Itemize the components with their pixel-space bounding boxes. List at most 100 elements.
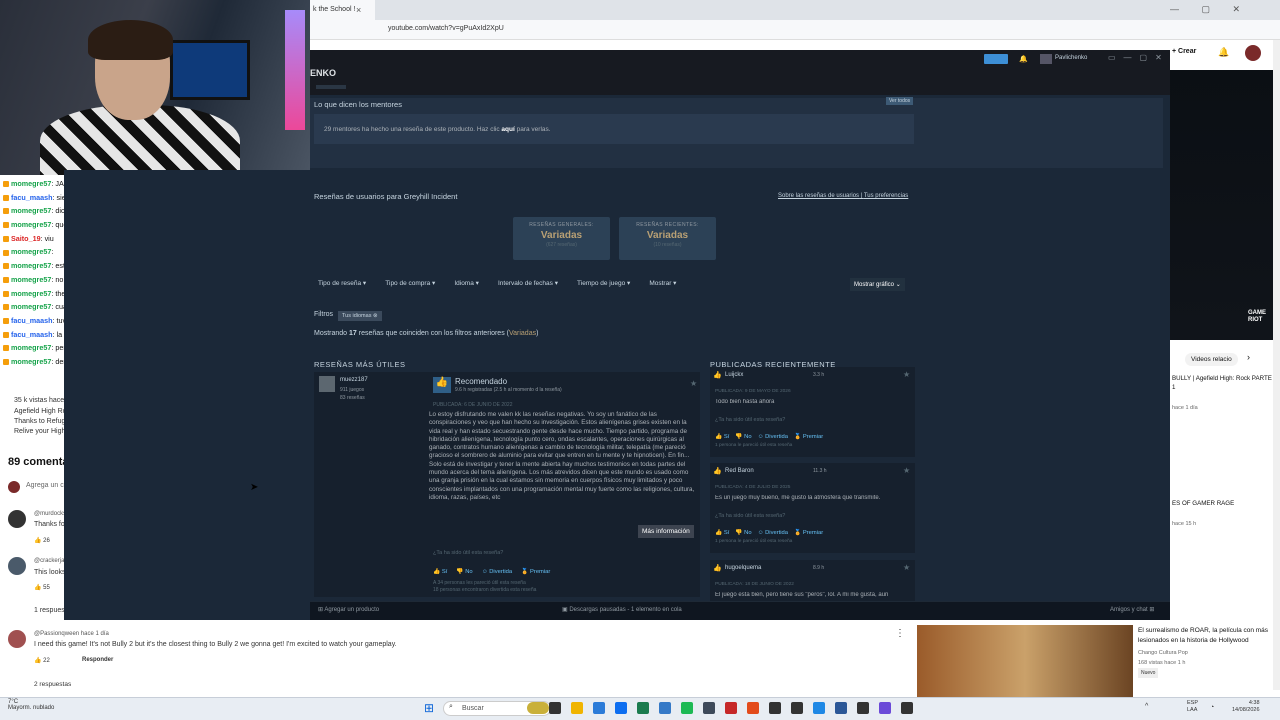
vote-funny-button[interactable]: ☺ Divertida: [482, 569, 512, 575]
weather-widget[interactable]: 7°C Mayorm. nublado: [8, 699, 54, 711]
reply-button[interactable]: Responder: [82, 657, 113, 663]
file-explorer-icon[interactable]: [527, 702, 549, 714]
chat-username[interactable]: momegre57: [11, 302, 51, 311]
filter-language[interactable]: Idioma ▾: [454, 274, 479, 294]
url-text[interactable]: youtube.com/watch?v=gPuAxId2XpU: [388, 25, 504, 32]
vscode-icon[interactable]: [813, 702, 825, 714]
related-videos-chip[interactable]: Videos relacio: [1185, 353, 1238, 366]
chrome-icon[interactable]: [659, 702, 671, 714]
mentors-link[interactable]: aquí: [501, 126, 514, 133]
vote-yes-button[interactable]: 👍 Sí: [715, 530, 729, 536]
twitch-icon[interactable]: [703, 702, 715, 714]
store-icon[interactable]: [637, 702, 649, 714]
view-all-button[interactable]: Ver todos: [886, 97, 914, 105]
steam-icon[interactable]: [901, 702, 913, 714]
chat-username[interactable]: momegre57: [11, 357, 51, 366]
chat-username[interactable]: momegre57: [11, 275, 51, 284]
brave-icon[interactable]: [725, 702, 737, 714]
preferences-link[interactable]: Tus preferencias: [864, 193, 908, 199]
channel-name[interactable]: Chango Cultura Pop: [1138, 648, 1270, 658]
chat-username[interactable]: momegre57: [11, 247, 51, 256]
browser-tab[interactable]: k the School !: [305, 0, 375, 20]
chat-username[interactable]: momegre57: [11, 261, 51, 270]
avatar[interactable]: [1245, 45, 1261, 61]
broadcast-icon[interactable]: [984, 54, 1008, 64]
chat-username[interactable]: momegre57: [11, 220, 51, 229]
about-reviews-link[interactable]: Sobre las reseñas de usuarios: [778, 193, 859, 199]
thumb-up-icon[interactable]: 👍: [34, 585, 43, 591]
chat-username[interactable]: Saito_19: [11, 234, 41, 243]
filter-display[interactable]: Mostrar ▾: [649, 274, 676, 294]
like-count[interactable]: 👍 55: [34, 584, 50, 591]
reviewer-name[interactable]: muezz187: [340, 377, 368, 383]
task-icon[interactable]: [549, 702, 561, 714]
reviewer-name[interactable]: Red Baron: [725, 468, 754, 474]
network-icon[interactable]: ◔: [1210, 704, 1214, 711]
bell-icon[interactable]: 🔔: [1218, 47, 1229, 58]
vote-funny-button[interactable]: ☺ Divertida: [758, 434, 788, 440]
like-count[interactable]: 👍 22: [34, 657, 50, 664]
vote-no-button[interactable]: 👎 No: [456, 569, 472, 575]
video-thumbnail[interactable]: [917, 625, 1133, 697]
windows-start-icon[interactable]: ⊞: [424, 701, 434, 715]
reviewer-reviews[interactable]: 83 reseñas: [340, 395, 365, 401]
related-video-title[interactable]: El surrealismo de ROAR, la película con …: [1138, 626, 1270, 646]
notifications-icon[interactable]: 🔔: [1019, 55, 1028, 63]
chat-username[interactable]: momegre57: [11, 206, 51, 215]
obs-icon[interactable]: [747, 702, 759, 714]
vote-no-button[interactable]: 👎 No: [735, 530, 751, 536]
window-controls[interactable]: — ▢ ✕: [1170, 4, 1250, 15]
comment-user[interactable]: @crackerja: [34, 558, 64, 564]
overall-reviews-summary[interactable]: RESEÑAS GENERALES: Variadas (627 reseñas…: [513, 217, 610, 260]
chevron-right-icon[interactable]: ›: [1247, 352, 1250, 362]
recent-reviews-summary[interactable]: RESEÑAS RECIENTES: Variadas (10 reseñas): [619, 217, 716, 260]
spotify-icon[interactable]: [681, 702, 693, 714]
like-count[interactable]: 👍 26: [34, 537, 50, 544]
related-video-info[interactable]: El surrealismo de ROAR, la película con …: [1138, 626, 1270, 678]
reviewer-name[interactable]: Luijckx: [725, 372, 743, 378]
steam-username[interactable]: Pavlichenko: [1055, 55, 1087, 61]
chat-username[interactable]: facu_maash: [11, 193, 53, 202]
add-comment-input[interactable]: Agrega un c: [26, 482, 64, 489]
discord-icon[interactable]: [879, 702, 891, 714]
language-indicator[interactable]: ESP LAA: [1187, 700, 1198, 714]
comment-user[interactable]: @Passionqween: [34, 631, 79, 637]
app-icon[interactable]: [769, 702, 781, 714]
star-icon[interactable]: ★: [903, 466, 910, 475]
chat-username[interactable]: momegre57: [11, 343, 51, 352]
chat-username[interactable]: momegre57: [11, 289, 51, 298]
filter-review-type[interactable]: Tipo de reseña ▾: [318, 274, 366, 294]
comment-user[interactable]: @murdocks: [34, 511, 66, 517]
award-button[interactable]: 🏅 Premiar: [794, 434, 823, 440]
vote-funny-button[interactable]: ☺ Divertida: [758, 530, 788, 536]
filter-playtime[interactable]: Tiempo de juego ▾: [577, 274, 630, 294]
vote-yes-button[interactable]: 👍 Sí: [433, 569, 447, 575]
clock[interactable]: 4:38 14/08/2026: [1232, 700, 1260, 714]
create-button[interactable]: + Crear: [1172, 48, 1196, 55]
tray-chevron-icon[interactable]: ^: [1145, 703, 1148, 710]
award-button[interactable]: 🏅 Premiar: [794, 530, 823, 536]
vote-no-button[interactable]: 👎 No: [735, 434, 751, 440]
thumb-up-icon[interactable]: 👍: [34, 538, 43, 544]
game-icon[interactable]: [857, 702, 869, 714]
scrollbar[interactable]: [1273, 40, 1280, 690]
add-product-button[interactable]: ⊞ Agregar un producto: [318, 606, 379, 613]
downloads-status[interactable]: ▣ Descargas pausadas - 1 elemento en col…: [562, 606, 682, 613]
reviewer-name[interactable]: hugoelquema: [725, 565, 761, 571]
copilot-icon[interactable]: [593, 702, 605, 714]
related-video-title[interactable]: BULLY | Agefield High: Rock PARTE 1: [1172, 374, 1272, 392]
thumb-up-icon[interactable]: 👍: [34, 658, 43, 664]
word-icon[interactable]: [835, 702, 847, 714]
avatar[interactable]: [319, 376, 335, 392]
star-icon[interactable]: ★: [690, 379, 697, 388]
language-filter-chip[interactable]: Tus idiomas ⊗: [338, 311, 382, 321]
award-button[interactable]: 🏅 Premiar: [521, 569, 550, 575]
vote-yes-button[interactable]: 👍 Sí: [715, 434, 729, 440]
close-icon[interactable]: ×: [356, 5, 361, 15]
show-graph-button[interactable]: Mostrar gráfico ⌄: [850, 278, 905, 291]
chat-username[interactable]: facu_maash: [11, 330, 53, 339]
more-icon[interactable]: ⋮: [895, 628, 905, 639]
related-video-title[interactable]: ES OF GAMER RAGE: [1172, 500, 1234, 507]
video-player-edge[interactable]: [1170, 70, 1274, 340]
star-icon[interactable]: ★: [903, 563, 910, 572]
